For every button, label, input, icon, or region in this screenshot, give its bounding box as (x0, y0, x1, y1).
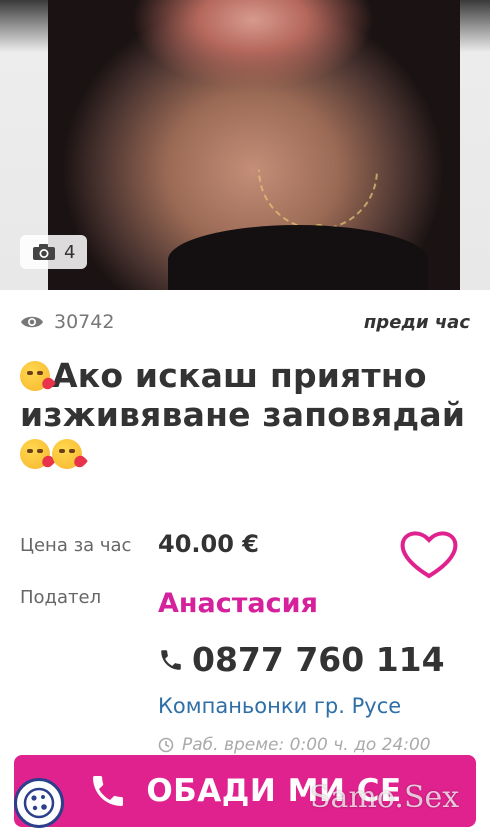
price-label: Цена за час (20, 535, 132, 556)
kiss-emoji-icon (20, 439, 50, 469)
heart-icon[interactable] (398, 528, 460, 580)
price-value: 40.00 € (158, 530, 259, 558)
photo-detail-dark-area (168, 225, 428, 290)
owner-name[interactable]: Анастасия (158, 588, 318, 619)
category-link[interactable]: Компаньонки гр. Русе (158, 694, 401, 718)
working-hours: Раб. време: 0:00 ч. до 24:00 (158, 735, 431, 755)
phone-number-text: 0877 760 114 (192, 640, 445, 679)
watermark: Samo.Sex (310, 780, 460, 815)
posted-time: преди час (363, 311, 470, 333)
kiss-emoji-icon (52, 439, 82, 469)
eye-icon (21, 316, 43, 328)
owner-label: Подател (20, 587, 102, 608)
main-photo[interactable] (48, 0, 460, 290)
cookie-icon (23, 787, 55, 819)
camera-icon (33, 244, 55, 260)
phone-icon (161, 649, 181, 670)
photo-gallery[interactable]: 4 (0, 0, 490, 290)
cookie-settings-button[interactable] (14, 778, 64, 828)
clock-icon (158, 737, 174, 753)
working-hours-text: Раб. време: 0:00 ч. до 24:00 (182, 735, 431, 755)
listing-title-text: Ако искаш приятно изживяване заповядай (20, 356, 466, 434)
listing-meta-row: 30742 преди час (20, 308, 470, 336)
photo-count-value: 4 (64, 241, 76, 263)
phone-icon (93, 776, 124, 806)
listing-title: Ако искаш приятно изживяване заповядай (20, 356, 470, 473)
views-counter: 30742 (20, 311, 114, 333)
phone-number[interactable]: 0877 760 114 (158, 640, 445, 679)
kiss-emoji-icon (20, 361, 50, 391)
photo-count-badge[interactable]: 4 (20, 235, 88, 269)
views-count: 30742 (54, 311, 115, 333)
gallery-background-right (460, 0, 490, 290)
